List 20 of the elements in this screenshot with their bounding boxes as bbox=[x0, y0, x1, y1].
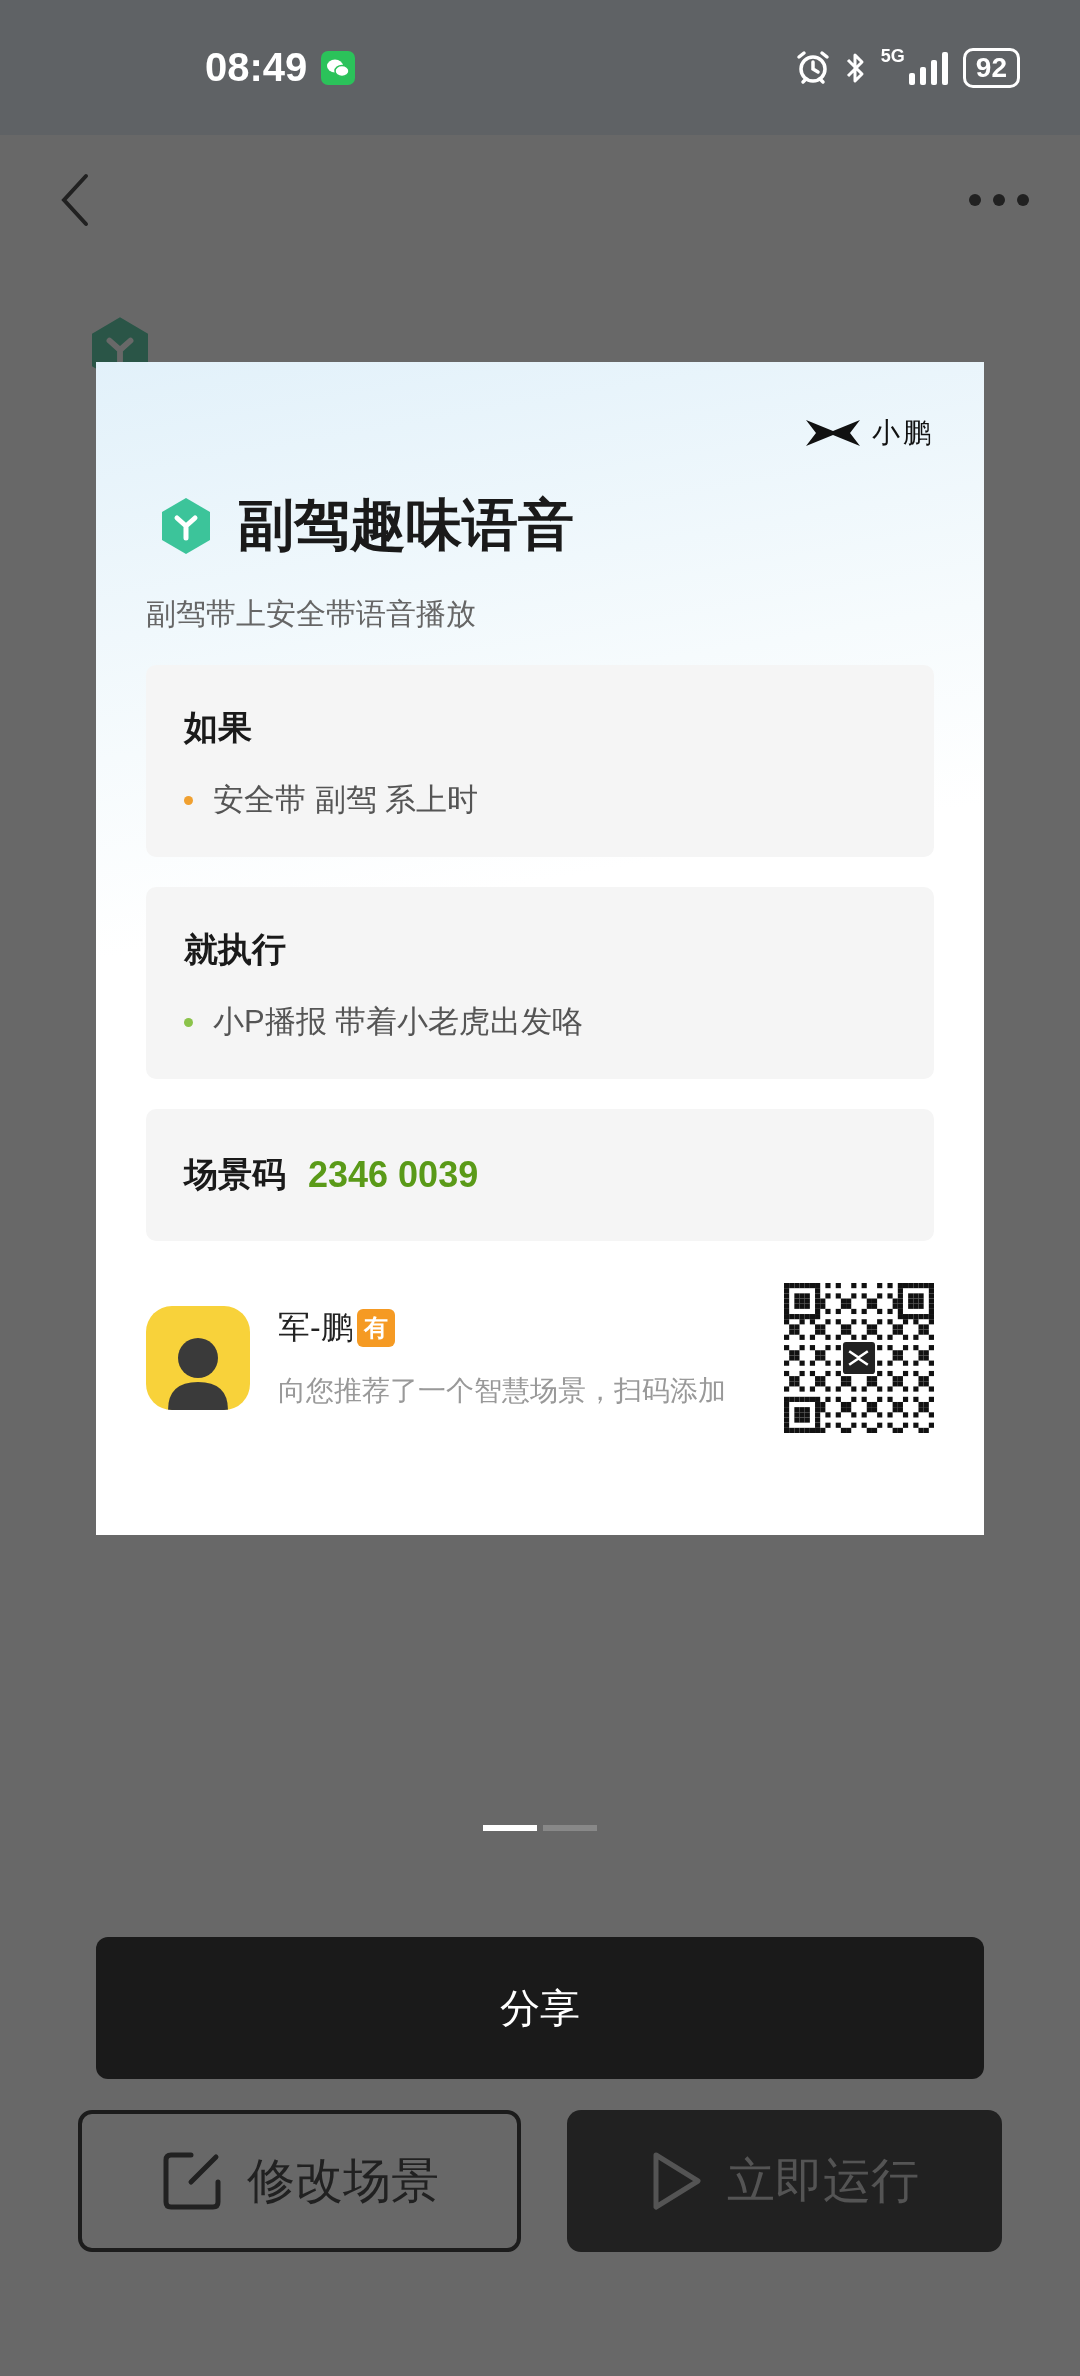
section-item: 小P播报 带着小老虎出发咯 bbox=[213, 1003, 584, 1041]
chat-app-icon bbox=[321, 50, 356, 85]
network-type: 5G bbox=[880, 46, 905, 67]
brand-logo-icon bbox=[806, 420, 860, 446]
section-item: 安全带 副驾 系上时 bbox=[213, 781, 479, 819]
alarm-icon bbox=[794, 49, 831, 86]
brand-name: 小鹏 bbox=[872, 416, 934, 450]
signal-icon bbox=[908, 50, 949, 85]
card-title: 副驾趣味语音 bbox=[238, 492, 574, 558]
card-subtitle: 副驾带上安全带语音播放 bbox=[146, 596, 477, 632]
share-message: 向您推荐了一个智慧场景，扫码添加 bbox=[278, 1374, 727, 1408]
section-heading: 就执行 bbox=[184, 929, 287, 970]
sharer-name: 军-鹏 bbox=[278, 1308, 353, 1347]
battery-level: 92 bbox=[962, 47, 1020, 88]
user-badge: 有 bbox=[356, 1309, 395, 1347]
status-time: 08:49 bbox=[205, 45, 308, 90]
code-label: 场景码 bbox=[184, 1154, 286, 1195]
share-button[interactable]: 分享 bbox=[96, 1937, 984, 2079]
section-heading: 如果 bbox=[184, 707, 253, 748]
scene-code: 2346 0039 bbox=[308, 1154, 479, 1196]
